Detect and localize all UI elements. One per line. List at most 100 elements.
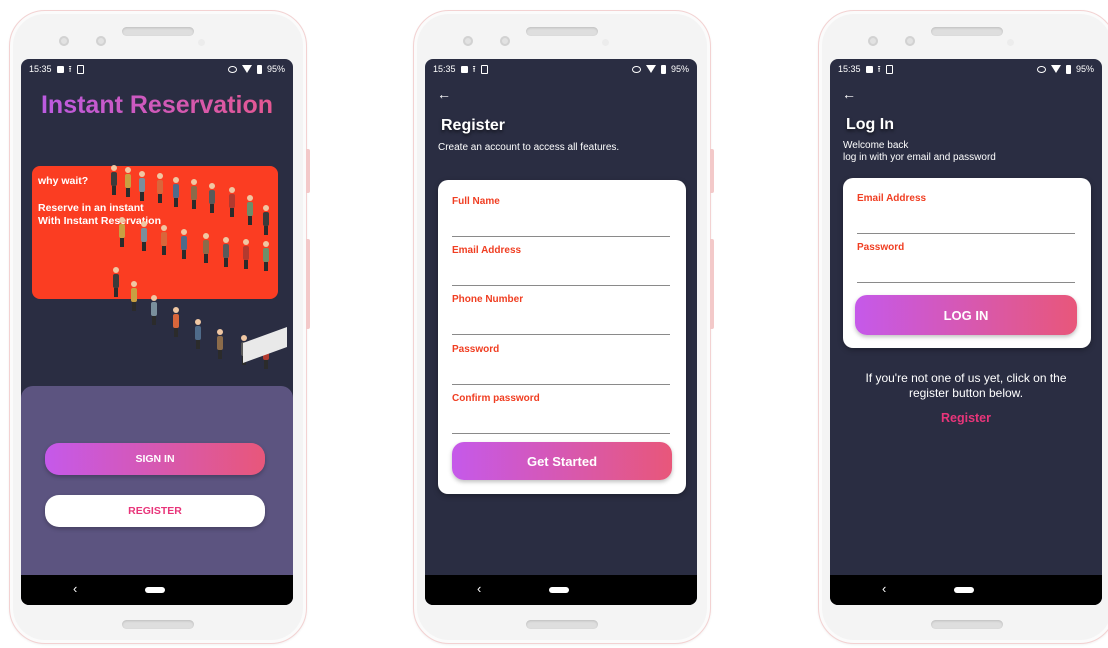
confirm-password-input[interactable] xyxy=(452,416,670,434)
email-field: Email Address xyxy=(452,245,670,286)
proximity-sensor xyxy=(602,39,609,46)
screen-landing: 15:35 ⭱ 95% Instant Reservation why wait… xyxy=(21,59,293,605)
eye-icon xyxy=(1036,65,1046,73)
eye-icon xyxy=(631,65,641,73)
nav-back-icon[interactable]: ‹ xyxy=(73,582,77,595)
nav-home-icon[interactable] xyxy=(145,587,165,593)
nav-back-icon[interactable]: ‹ xyxy=(477,582,481,595)
field-label: Full Name xyxy=(452,196,500,207)
sensor-icon xyxy=(96,36,106,46)
page-subtitle: Create an account to access all features… xyxy=(438,142,620,153)
person-figure xyxy=(223,237,229,267)
get-started-button[interactable]: Get Started xyxy=(452,442,672,480)
person-figure xyxy=(113,267,119,297)
kiosk-illustration xyxy=(243,325,289,364)
upload-icon: ⭱ xyxy=(472,63,476,74)
showcase: 15:35 ⭱ 95% Instant Reservation why wait… xyxy=(0,0,1108,648)
person-figure xyxy=(243,239,249,269)
sign-in-button[interactable]: SIGN IN xyxy=(45,443,265,475)
field-label: Email Address xyxy=(452,245,522,256)
app-title: Instant Reservation xyxy=(21,91,293,120)
screen-login: 15:35 ⭱ 95% ← Log In Welcome back log in… xyxy=(830,59,1102,605)
register-prompt: If you're not one of us yet, click on th… xyxy=(865,371,1067,400)
person-figure xyxy=(173,307,179,337)
register-button[interactable]: REGISTER xyxy=(45,495,265,527)
person-figure xyxy=(195,319,201,349)
field-label: Password xyxy=(857,242,905,253)
password-input[interactable] xyxy=(857,265,1075,283)
battery-level: 95% xyxy=(1075,64,1094,74)
power-button xyxy=(710,149,714,193)
confirm-password-field: Confirm password xyxy=(452,393,670,434)
phone-register: 15:35 ⭱ 95% ← Register Create an account… xyxy=(413,10,714,644)
upload-icon: ⭱ xyxy=(877,63,881,74)
welcome-text: Welcome back xyxy=(843,140,909,151)
nav-bar: ‹ xyxy=(830,575,1102,605)
battery-icon xyxy=(660,64,666,74)
log-in-button[interactable]: LOG IN xyxy=(855,295,1077,335)
person-figure xyxy=(125,167,131,197)
proximity-sensor xyxy=(198,39,205,46)
person-figure xyxy=(263,241,269,271)
person-figure xyxy=(173,177,179,207)
full-name-input[interactable] xyxy=(452,219,670,237)
battery-icon xyxy=(1065,64,1071,74)
back-arrow-icon[interactable]: ← xyxy=(437,87,451,101)
nav-home-icon[interactable] xyxy=(954,587,974,593)
person-figure xyxy=(157,173,163,203)
field-label: Confirm password xyxy=(452,393,540,404)
image-icon xyxy=(460,65,468,73)
field-label: Email Address xyxy=(857,193,927,204)
person-figure xyxy=(191,179,197,209)
password-field: Password xyxy=(452,344,670,385)
person-figure xyxy=(203,233,209,263)
sensor-icon xyxy=(500,36,510,46)
screen-register: 15:35 ⭱ 95% ← Register Create an account… xyxy=(425,59,697,605)
status-time: 15:35 xyxy=(838,64,861,74)
email-input[interactable] xyxy=(452,268,670,286)
battery-level: 95% xyxy=(670,64,689,74)
speaker-top xyxy=(931,27,1003,36)
person-figure xyxy=(119,217,125,247)
full-name-field: Full Name xyxy=(452,196,670,237)
sim-icon xyxy=(76,64,84,74)
camera-icon xyxy=(868,36,878,46)
wifi-icon xyxy=(645,65,656,73)
hero-tagline: why wait? xyxy=(38,175,89,187)
person-figure xyxy=(247,195,253,225)
status-bar: 15:35 ⭱ 95% xyxy=(830,59,1102,79)
speaker-bottom xyxy=(122,620,194,629)
page-title: Log In xyxy=(846,116,894,133)
nav-bar: ‹ xyxy=(21,575,293,605)
nav-back-icon[interactable]: ‹ xyxy=(882,582,886,595)
back-arrow-icon[interactable]: ← xyxy=(842,87,856,101)
phone-input[interactable] xyxy=(452,317,670,335)
phone-login: 15:35 ⭱ 95% ← Log In Welcome back log in… xyxy=(818,10,1108,644)
email-field: Email Address xyxy=(857,193,1075,234)
speaker-top xyxy=(526,27,598,36)
phone-field: Phone Number xyxy=(452,294,670,335)
camera-icon xyxy=(59,36,69,46)
password-input[interactable] xyxy=(452,367,670,385)
person-figure xyxy=(229,187,235,217)
speaker-bottom xyxy=(526,620,598,629)
email-input[interactable] xyxy=(857,216,1075,234)
speaker-bottom xyxy=(931,620,1003,629)
register-link[interactable]: Register xyxy=(830,411,1102,425)
eye-icon xyxy=(227,65,237,73)
battery-level: 95% xyxy=(266,64,285,74)
auth-panel: SIGN IN REGISTER xyxy=(21,386,293,575)
camera-icon xyxy=(463,36,473,46)
password-field: Password xyxy=(857,242,1075,283)
person-figure xyxy=(181,229,187,259)
nav-home-icon[interactable] xyxy=(549,587,569,593)
person-figure xyxy=(161,225,167,255)
person-figure xyxy=(217,329,223,359)
battery-icon xyxy=(256,64,262,74)
person-figure xyxy=(151,295,157,325)
instructions-text: log in with yor email and password xyxy=(843,152,996,163)
register-form: Full Name Email Address Phone Number Pas… xyxy=(438,180,686,494)
status-bar: 15:35 ⭱ 95% xyxy=(21,59,293,79)
volume-button xyxy=(306,239,310,329)
person-figure xyxy=(139,171,145,201)
